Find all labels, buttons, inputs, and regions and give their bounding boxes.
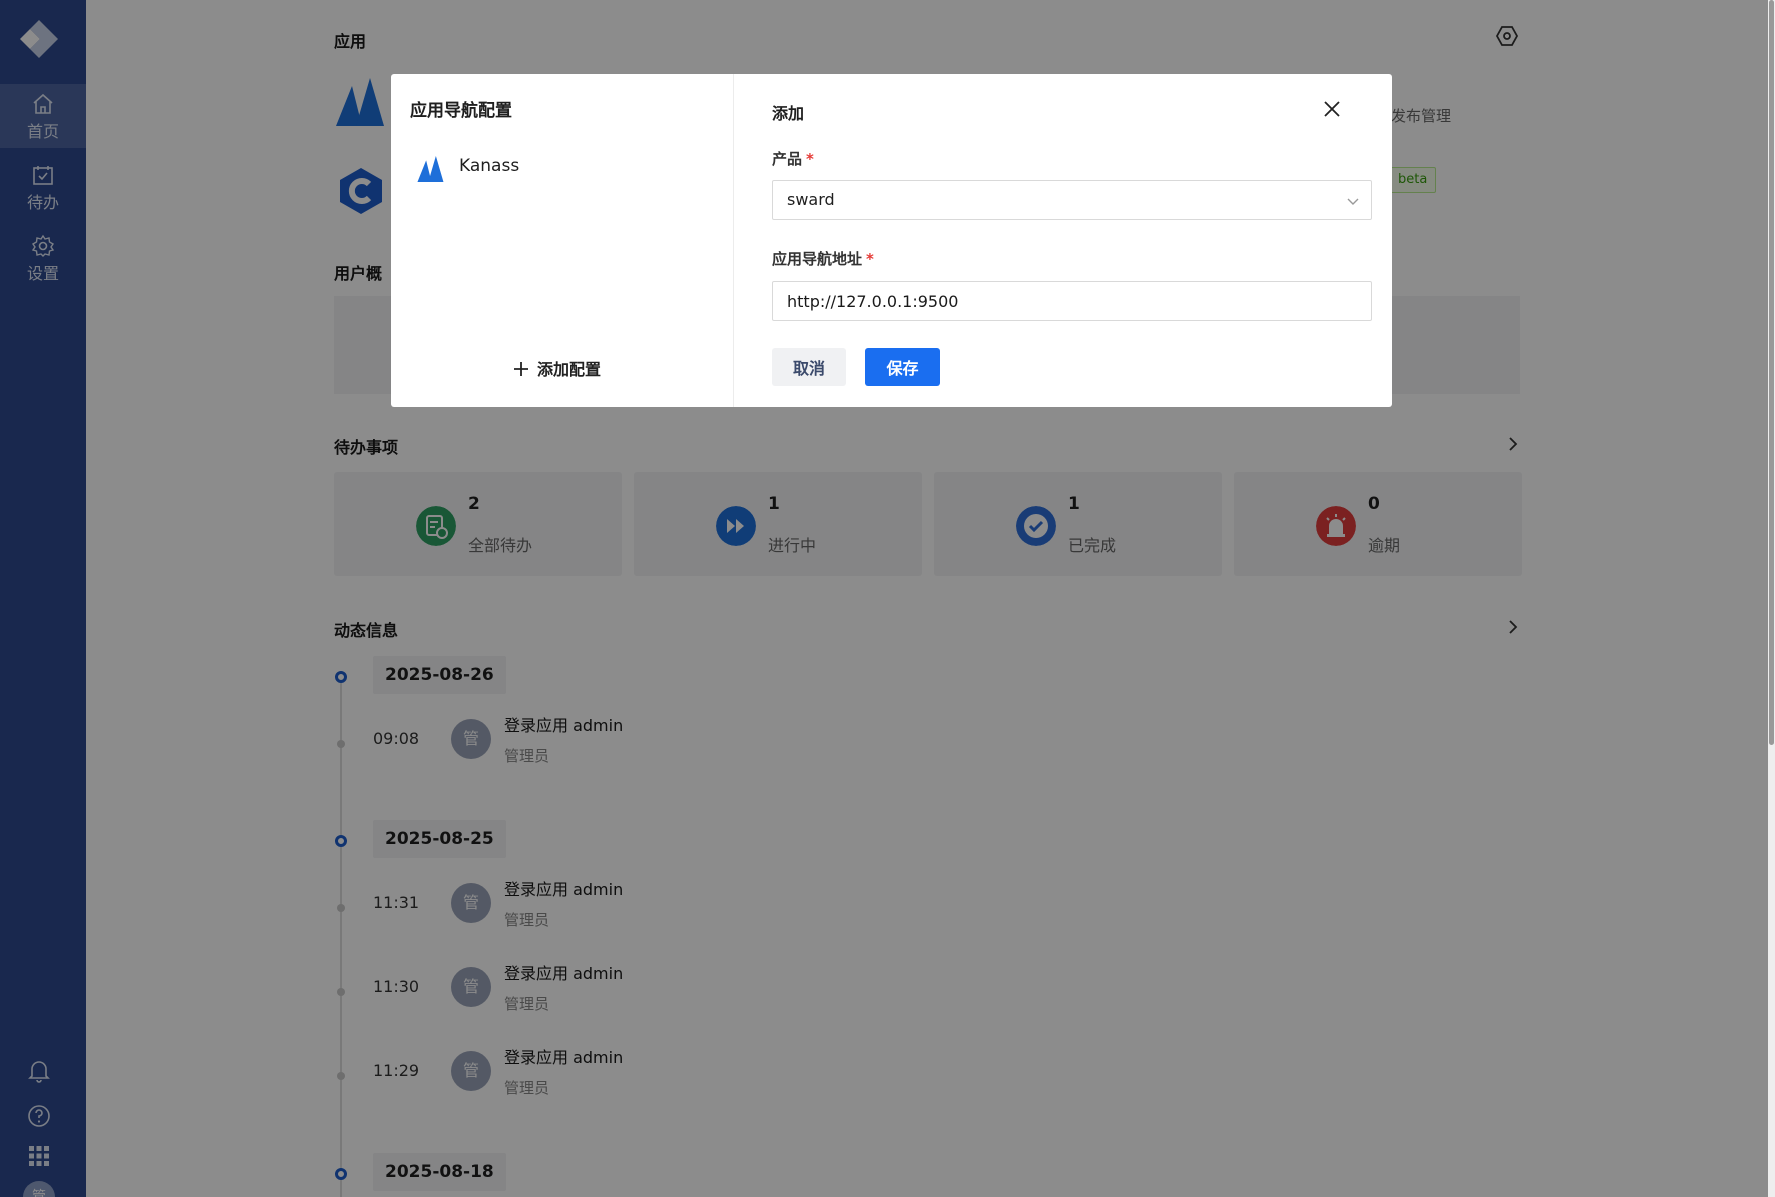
config-form-panel: 添加 产品* sward 应用导航地址* 取消 保存 xyxy=(772,74,1372,407)
required-mark: * xyxy=(866,250,874,268)
add-config-label: 添加配置 xyxy=(537,360,602,379)
kanass-logo-icon xyxy=(417,156,444,182)
close-icon[interactable] xyxy=(1323,100,1341,118)
config-item-label: Kanass xyxy=(459,156,520,176)
chevron-down-icon xyxy=(1347,198,1359,205)
product-select[interactable]: sward xyxy=(772,180,1372,220)
app-nav-config-modal: 应用导航配置 Kanass 添加配置 添加 产品 * sward 应用导航地址 … xyxy=(391,74,1392,407)
add-config-button[interactable]: 添加配置 xyxy=(513,356,601,380)
url-label-text: 应用导航地址 xyxy=(772,250,863,268)
nav-url-input[interactable] xyxy=(772,281,1372,321)
save-button[interactable]: 保存 xyxy=(865,348,940,386)
plus-icon xyxy=(514,362,528,376)
required-mark: * xyxy=(806,150,814,168)
product-field-label: 产品 * xyxy=(772,148,814,169)
cancel-button[interactable]: 取消 xyxy=(772,348,846,386)
form-title: 添加 xyxy=(772,104,805,123)
product-label-text: 产品 xyxy=(772,150,803,168)
config-list-panel: 应用导航配置 Kanass 添加配置 xyxy=(391,74,734,407)
scrollbar[interactable] xyxy=(1768,0,1775,1197)
modal-title: 应用导航配置 xyxy=(410,101,512,121)
product-select-value: sward xyxy=(787,190,835,209)
url-field-label: 应用导航地址 * xyxy=(772,248,874,269)
scrollbar-thumb[interactable] xyxy=(1769,0,1774,745)
